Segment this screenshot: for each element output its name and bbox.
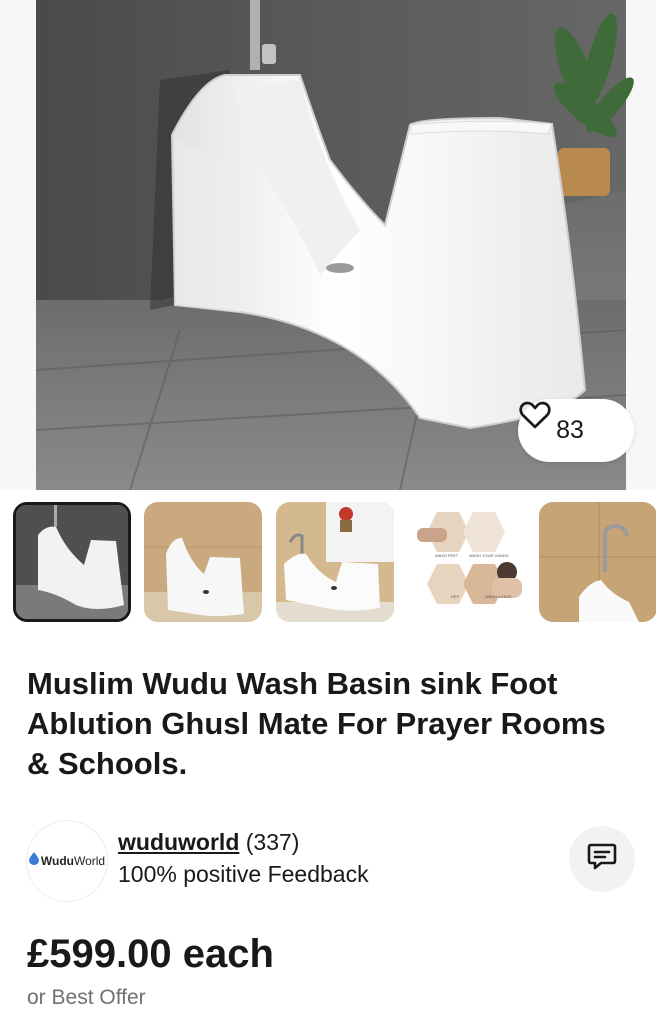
thumbnail-4[interactable]: WASH FEET WASH YOUR HANDS DRY WASH A FAC… (407, 502, 525, 622)
price: £599.00 each (27, 932, 274, 976)
thumbnail-1[interactable] (13, 502, 131, 622)
thumbnail-image: WASH FEET WASH YOUR HANDS DRY WASH A FAC… (407, 502, 525, 622)
seller-logo-text: WuduWorld (40, 854, 106, 868)
thumbnail-image (539, 502, 656, 622)
water-drop-icon (28, 852, 39, 870)
diagram-label: WASH A FACE (485, 594, 512, 599)
seller-name-link[interactable]: wuduworld (118, 829, 239, 855)
seller-avatar[interactable]: WuduWorld (27, 821, 107, 901)
thumbnail-image (16, 505, 128, 619)
seller-feedback-count: (337) (245, 829, 300, 855)
listing-page: 83 WASH FEET WASH YOUR HANDS DRY WASH A … (0, 0, 656, 1024)
thumbnail-3[interactable] (276, 502, 394, 622)
seller-feedback: 100% positive Feedback (118, 861, 369, 887)
message-seller-button[interactable] (569, 826, 635, 892)
thumbnail-image (276, 502, 394, 622)
hero-image[interactable]: 83 (0, 0, 656, 490)
best-offer-label: or Best Offer (27, 986, 146, 1009)
listing-title: Muslim Wudu Wash Basin sink Foot Ablutio… (27, 666, 606, 781)
thumbnail-image (144, 502, 262, 622)
thumbnail-2[interactable] (144, 502, 262, 622)
seller-info: wuduworld (337) (118, 829, 299, 856)
thumbnail-5[interactable] (539, 502, 656, 622)
watch-button[interactable]: 83 (518, 399, 634, 462)
diagram-label: WASH YOUR HANDS (469, 553, 509, 558)
diagram-label: DRY (451, 594, 460, 599)
message-bubble-icon (586, 842, 618, 877)
diagram-label: WASH FEET (435, 553, 459, 558)
watch-count: 83 (556, 416, 584, 444)
thumbnail-strip[interactable]: WASH FEET WASH YOUR HANDS DRY WASH A FAC… (13, 502, 656, 624)
